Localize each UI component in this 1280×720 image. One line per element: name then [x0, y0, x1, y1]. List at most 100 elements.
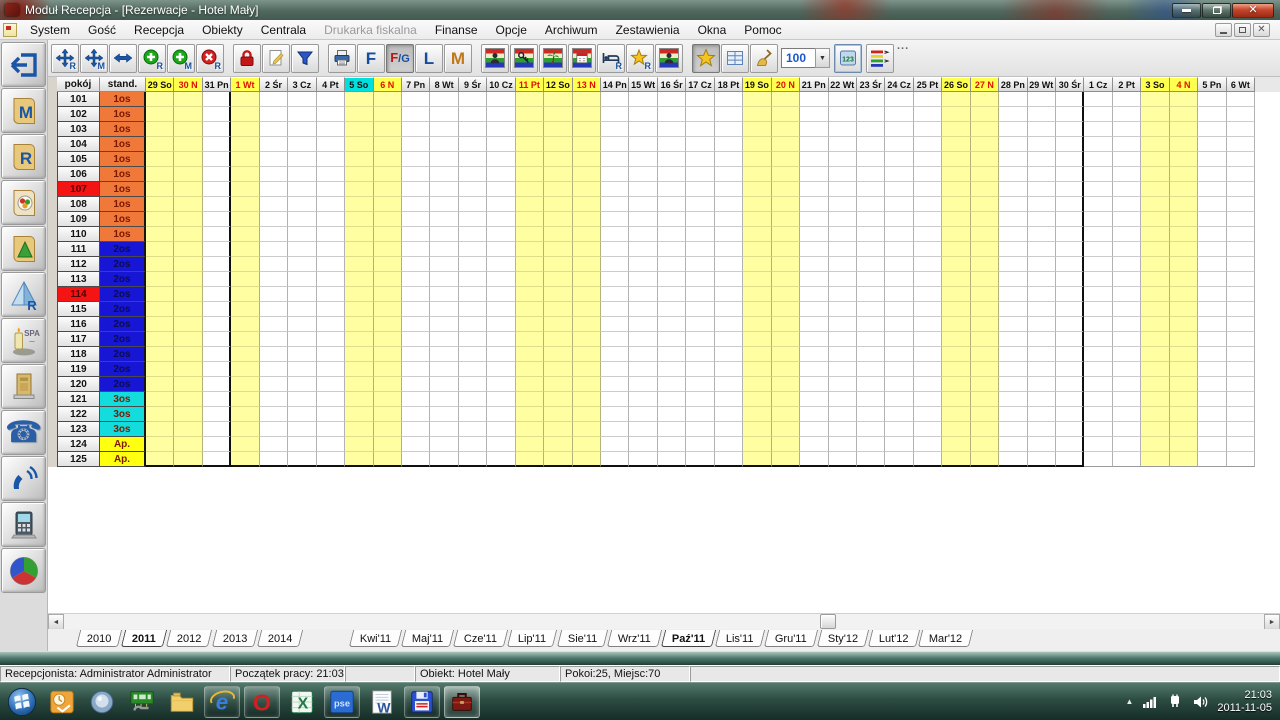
grid-cell[interactable]: [345, 122, 373, 137]
grid-cell[interactable]: [573, 287, 601, 302]
grid-cell[interactable]: [260, 287, 288, 302]
calculator-button[interactable]: 123: [834, 44, 862, 73]
grid-cell[interactable]: [1141, 272, 1169, 287]
grid-cell[interactable]: [1227, 272, 1255, 287]
date-header[interactable]: 13 N: [573, 77, 601, 92]
grid-cell[interactable]: [402, 227, 430, 242]
grid-cell[interactable]: [942, 167, 970, 182]
grid-cell[interactable]: [1084, 317, 1112, 332]
grid-cell[interactable]: [203, 227, 231, 242]
grid-cell[interactable]: [658, 287, 686, 302]
grid-cell[interactable]: [430, 242, 458, 257]
grid-cell[interactable]: [1170, 392, 1198, 407]
grid-cell[interactable]: [800, 122, 828, 137]
grid-cell[interactable]: [857, 92, 885, 107]
grid-cell[interactable]: [402, 182, 430, 197]
grid-cell[interactable]: [487, 317, 515, 332]
grid-cell[interactable]: [857, 152, 885, 167]
grid-cell[interactable]: [231, 287, 259, 302]
grid-cell[interactable]: [999, 182, 1027, 197]
grid-cell[interactable]: [1028, 242, 1056, 257]
grid-cell[interactable]: [260, 152, 288, 167]
grid-cell[interactable]: [601, 227, 629, 242]
grid-cell[interactable]: [288, 362, 316, 377]
grid-cell[interactable]: [829, 377, 857, 392]
grid-cell[interactable]: [1028, 362, 1056, 377]
room-number-cell[interactable]: 106: [57, 167, 100, 182]
grid-cell[interactable]: [829, 332, 857, 347]
grid-cell[interactable]: [459, 152, 487, 167]
grid-cell[interactable]: [1170, 152, 1198, 167]
menu-system[interactable]: System: [21, 21, 79, 39]
grid-cell[interactable]: [174, 152, 202, 167]
grid-cell[interactable]: [203, 212, 231, 227]
grid-cell[interactable]: [1113, 332, 1141, 347]
grid-cell[interactable]: [374, 362, 402, 377]
grid-cell[interactable]: [999, 272, 1027, 287]
grid-cell[interactable]: [288, 317, 316, 332]
grid-cell[interactable]: [317, 197, 345, 212]
menu-centrala[interactable]: Centrala: [252, 21, 315, 39]
grid-cell[interactable]: [715, 227, 743, 242]
room-number-cell[interactable]: 116: [57, 317, 100, 332]
grid-cell[interactable]: [914, 137, 942, 152]
lock-button[interactable]: [233, 44, 261, 73]
guests-rainbow-button[interactable]: [481, 44, 509, 73]
grid-cell[interactable]: [857, 257, 885, 272]
grid-cell[interactable]: [971, 197, 999, 212]
grid-cell[interactable]: [374, 167, 402, 182]
grid-cell[interactable]: [800, 227, 828, 242]
grid-cell[interactable]: [885, 167, 913, 182]
grid-cell[interactable]: [288, 107, 316, 122]
date-header[interactable]: 15 Wt: [629, 77, 657, 92]
grid-cell[interactable]: [829, 272, 857, 287]
grid-cell[interactable]: [174, 422, 202, 437]
grid-cell[interactable]: [260, 212, 288, 227]
grid-cell[interactable]: [1141, 212, 1169, 227]
grid-cell[interactable]: [743, 392, 771, 407]
grid-cell[interactable]: [402, 197, 430, 212]
grid-cell[interactable]: [203, 182, 231, 197]
grid-cell[interactable]: [1028, 407, 1056, 422]
grid-cell[interactable]: [686, 92, 714, 107]
grid-cell[interactable]: [203, 392, 231, 407]
tab-month-kwi-11[interactable]: Kwi'11: [349, 630, 402, 647]
grid-cell[interactable]: [430, 227, 458, 242]
grid-cell[interactable]: [317, 92, 345, 107]
grid-cell[interactable]: [999, 167, 1027, 182]
grid-cell[interactable]: [857, 362, 885, 377]
grid-cell[interactable]: [459, 302, 487, 317]
room-standard-cell[interactable]: 2os: [100, 332, 146, 347]
grid-cell[interactable]: [885, 107, 913, 122]
grid-cell[interactable]: [374, 227, 402, 242]
grid-cell[interactable]: [146, 197, 174, 212]
grid-cell[interactable]: [203, 197, 231, 212]
menu-okna[interactable]: Okna: [689, 21, 736, 39]
grid-cell[interactable]: [1028, 92, 1056, 107]
grid-cell[interactable]: [601, 152, 629, 167]
grid-cell[interactable]: [516, 242, 544, 257]
grid-cell[interactable]: [857, 182, 885, 197]
grid-cell[interactable]: [999, 107, 1027, 122]
grid-cell[interactable]: [1227, 212, 1255, 227]
grid-cell[interactable]: [658, 452, 686, 467]
grid-cell[interactable]: [686, 392, 714, 407]
grid-cell[interactable]: [231, 137, 259, 152]
grid-cell[interactable]: [857, 107, 885, 122]
grid-cell[interactable]: [1141, 392, 1169, 407]
grid-cell[interactable]: [544, 167, 572, 182]
grid-cell[interactable]: [1056, 92, 1084, 107]
grid-cell[interactable]: [203, 107, 231, 122]
grid-cell[interactable]: [829, 152, 857, 167]
grid-cell[interactable]: [1141, 377, 1169, 392]
grid-cell[interactable]: [601, 317, 629, 332]
room-number-cell[interactable]: 117: [57, 332, 100, 347]
room-standard-cell[interactable]: 1os: [100, 122, 146, 137]
grid-cell[interactable]: [1028, 392, 1056, 407]
grid-cell[interactable]: [516, 317, 544, 332]
grid-cell[interactable]: [374, 287, 402, 302]
grid-cell[interactable]: [487, 167, 515, 182]
grid-cell[interactable]: [1056, 302, 1084, 317]
grid-cell[interactable]: [203, 122, 231, 137]
grid-cell[interactable]: [914, 167, 942, 182]
